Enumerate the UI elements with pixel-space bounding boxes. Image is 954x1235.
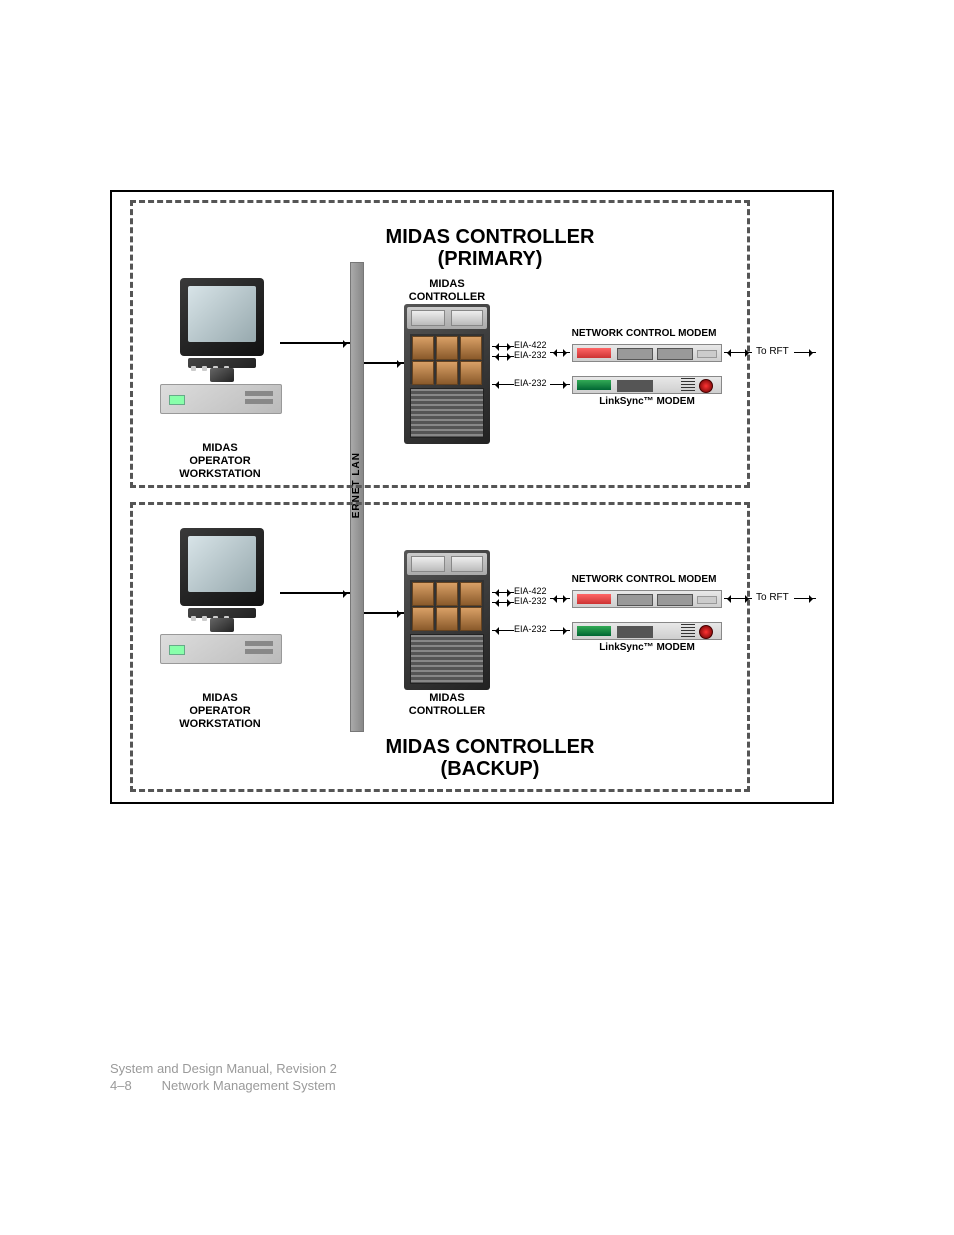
- primary-workstation-icon: [160, 278, 280, 428]
- diagram-figure: ERNET LAN MIDAS CONTROLLER (PRIMARY) MID…: [110, 190, 834, 804]
- primary-linksync-modem-icon: [572, 376, 722, 394]
- backup-workstation-label: MIDAS OPERATOR WORKSTATION: [160, 692, 280, 732]
- connector-line: [492, 630, 514, 631]
- backup-ncm-label: NETWORK CONTROL MODEM: [544, 574, 744, 586]
- footer-line2: 4–8 Network Management System: [110, 1077, 337, 1095]
- connector-line: [492, 602, 514, 603]
- connector-line: [492, 346, 514, 347]
- connector-line: [492, 356, 514, 357]
- footer-line1: System and Design Manual, Revision 2: [110, 1060, 337, 1078]
- connector-line: [550, 384, 570, 385]
- backup-workstation-icon: [160, 528, 280, 678]
- text: OPERATOR: [189, 705, 250, 717]
- footer-section: Network Management System: [162, 1078, 336, 1093]
- backup-linksync-label: LinkSync™ MODEM: [562, 642, 732, 654]
- text: MIDAS: [202, 692, 237, 704]
- backup-controller-label: MIDAS CONTROLLER: [402, 692, 492, 718]
- primary-ncm-label: NETWORK CONTROL MODEM: [544, 328, 744, 340]
- eia-232-label: EIA-232: [514, 624, 547, 634]
- text: MIDAS: [429, 278, 464, 290]
- backup-network-control-modem-icon: [572, 590, 722, 608]
- footer-page-number: 4–8: [110, 1077, 158, 1095]
- connector-line: [724, 352, 752, 353]
- text: MIDAS: [202, 442, 237, 454]
- connector-line: [794, 352, 816, 353]
- connector-line: [364, 362, 404, 364]
- primary-workstation-label: MIDAS OPERATOR WORKSTATION: [160, 442, 280, 482]
- backup-linksync-modem-icon: [572, 622, 722, 640]
- backup-title-line1: MIDAS CONTROLLER: [360, 736, 620, 759]
- primary-controller-rack-icon: [404, 304, 490, 444]
- eia-232-label: EIA-232: [514, 596, 547, 606]
- text: CONTROLLER: [409, 705, 485, 717]
- text: CONTROLLER: [409, 291, 485, 303]
- text: WORKSTATION: [179, 468, 260, 480]
- primary-title-line2: (PRIMARY): [360, 248, 620, 271]
- document-page: ERNET LAN MIDAS CONTROLLER (PRIMARY) MID…: [0, 0, 954, 1235]
- primary-network-control-modem-icon: [572, 344, 722, 362]
- backup-controller-rack-icon: [404, 550, 490, 690]
- primary-controller-label: MIDAS CONTROLLER: [402, 278, 492, 304]
- connector-line: [364, 612, 404, 614]
- to-rft-label: To RFT: [756, 592, 789, 603]
- eia-232-label: EIA-232: [514, 350, 547, 360]
- connector-line: [550, 598, 570, 599]
- eia-232-label: EIA-232: [514, 378, 547, 388]
- text: OPERATOR: [189, 455, 250, 467]
- connector-line: [794, 598, 816, 599]
- connector-line: [280, 592, 350, 594]
- text: WORKSTATION: [179, 718, 260, 730]
- connector-line: [724, 598, 752, 599]
- primary-linksync-label: LinkSync™ MODEM: [562, 396, 732, 408]
- connector-line: [492, 384, 514, 385]
- text: MIDAS: [429, 692, 464, 704]
- connector-line: [550, 352, 570, 353]
- page-footer: System and Design Manual, Revision 2 4–8…: [110, 1060, 337, 1095]
- connector-line: [280, 342, 350, 344]
- connector-line: [492, 592, 514, 593]
- eia-422-label: EIA-422: [514, 340, 547, 350]
- connector-line: [550, 630, 570, 631]
- to-rft-label: To RFT: [756, 346, 789, 357]
- primary-title-line1: MIDAS CONTROLLER: [360, 226, 620, 249]
- eia-422-label: EIA-422: [514, 586, 547, 596]
- backup-title-line2: (BACKUP): [360, 758, 620, 781]
